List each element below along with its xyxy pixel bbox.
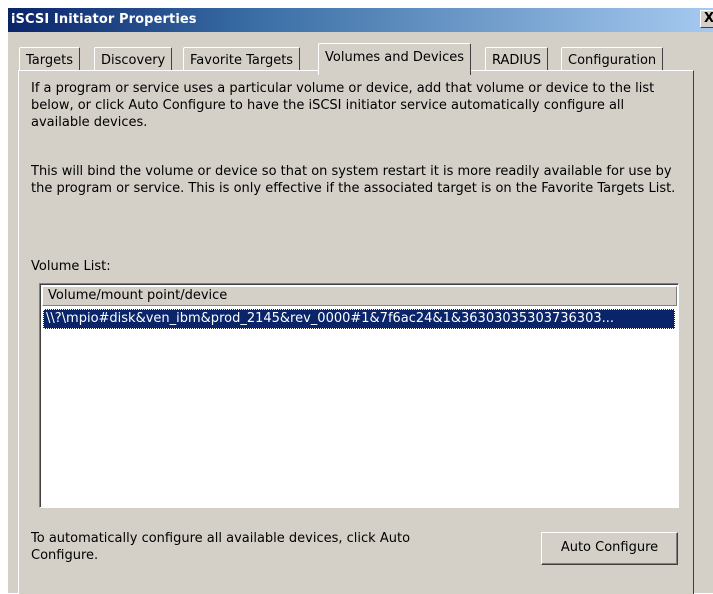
close-button[interactable]: X: [700, 10, 713, 28]
volume-list[interactable]: Volume/mount point/device \\?\mpio#disk&…: [39, 283, 679, 508]
title-bar[interactable]: iSCSI Initiator Properties X: [8, 8, 713, 32]
bind-explanation-text: This will bind the volume or device so t…: [31, 164, 676, 196]
window-title: iSCSI Initiator Properties: [11, 12, 197, 27]
iscsi-properties-dialog: iSCSI Initiator Properties X Targets Dis…: [7, 7, 713, 594]
volume-list-item[interactable]: \\?\mpio#disk&ven_ibm&prod_2145&rev_0000…: [43, 309, 675, 329]
volumes-and-devices-panel: If a program or service uses a particula…: [18, 70, 694, 594]
volume-list-label: Volume List:: [31, 259, 111, 274]
auto-configure-hint: To automatically configure all available…: [31, 531, 411, 563]
close-icon: X: [703, 11, 713, 26]
column-header-volume[interactable]: Volume/mount point/device: [42, 286, 677, 306]
tab-volumes-and-devices[interactable]: Volumes and Devices: [318, 43, 472, 75]
auto-configure-button[interactable]: Auto Configure: [541, 532, 678, 565]
intro-text: If a program or service uses a particula…: [31, 81, 655, 130]
